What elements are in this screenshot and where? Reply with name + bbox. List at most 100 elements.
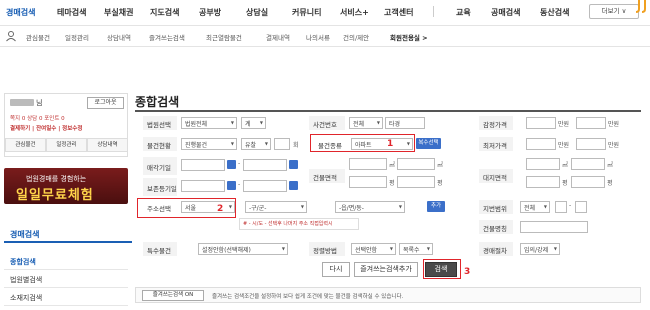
jibun-end-input[interactable]: [575, 201, 587, 213]
sort-order-select[interactable]: 목록수: [399, 243, 433, 255]
pyeong-unit: 평: [437, 180, 443, 187]
jibun-select[interactable]: 전체: [520, 201, 550, 213]
address-add-button[interactable]: 추가: [427, 201, 445, 212]
sub-interest[interactable]: 관심물건: [26, 32, 50, 42]
case-number-label: 사건번호: [309, 116, 345, 130]
fav-search-tip-text: 즐겨쓰는 검색조건을 설정하여 보다 쉽게 조건에 맞는 물건을 검색하실 수 …: [212, 294, 404, 300]
appraisal-min-unit: 만원: [558, 121, 570, 128]
range-dash: -: [238, 181, 241, 188]
sidebar-title: 경매검색: [4, 223, 132, 243]
sub-fav-search[interactable]: 즐겨쓰는검색: [149, 32, 185, 42]
sale-date-start[interactable]: [181, 159, 225, 171]
appraisal-min-input[interactable]: [526, 117, 556, 129]
calendar-icon[interactable]: [289, 160, 298, 169]
building-area-max-m2[interactable]: [397, 158, 435, 170]
nav-divider: [433, 6, 434, 17]
marker-1: 1: [387, 139, 394, 149]
marker-2: 2: [217, 204, 224, 214]
sub-member-room[interactable]: 회원전용실 >: [390, 32, 428, 42]
case-number-input[interactable]: 타경: [385, 117, 425, 129]
user-tab-schedule[interactable]: 일정관리: [46, 138, 87, 152]
reg-date-end[interactable]: [243, 180, 287, 192]
user-tab-consult[interactable]: 상담내역: [87, 138, 128, 152]
nav-public-sale[interactable]: 공매검색: [491, 7, 520, 18]
nav-education[interactable]: 교육: [456, 7, 471, 18]
page-title: 종합검색: [135, 95, 180, 109]
nav-community[interactable]: 커뮤니티: [292, 7, 321, 18]
sort-select[interactable]: 선택안함: [351, 243, 396, 255]
m2-unit: ㎡: [389, 162, 396, 169]
free-trial-banner[interactable]: 법원경매를 경험하는 일일무료체험: [4, 168, 128, 204]
calendar-icon[interactable]: [227, 160, 236, 169]
marker-3: 3: [464, 267, 471, 277]
fail-count-unit: 회: [293, 142, 299, 149]
sub-payments[interactable]: 결제내역: [266, 32, 290, 42]
calendar-icon[interactable]: [289, 181, 298, 190]
fail-count-input[interactable]: [274, 138, 290, 150]
nav-bad-debt[interactable]: 부실채권: [104, 7, 133, 18]
appraisal-max-unit: 만원: [608, 121, 620, 128]
nav-auction-search[interactable]: 경매검색: [6, 7, 35, 18]
m2-unit: ㎡: [607, 162, 614, 169]
user-tab-interest[interactable]: 관심물건: [5, 138, 46, 152]
reg-date-start[interactable]: [181, 180, 225, 192]
land-area-label: 대지면적: [479, 169, 513, 183]
m2-unit: ㎡: [437, 162, 444, 169]
status-select[interactable]: 진행물건: [181, 138, 237, 150]
land-area-max-m2[interactable]: [571, 158, 605, 170]
special-label: 특수물건: [143, 242, 177, 256]
fav-search-add-button[interactable]: 즐겨쓰는검색추가: [354, 262, 418, 277]
special-select[interactable]: 설정안함(선택해제): [198, 243, 288, 255]
nav-consult[interactable]: 상담실: [246, 7, 268, 18]
sub-recent-items[interactable]: 최근열람물건: [206, 32, 242, 42]
fail-count-select[interactable]: 유찰: [241, 138, 271, 150]
address-gu-select[interactable]: -구/군-: [245, 201, 307, 213]
nav-services[interactable]: 서비스+: [340, 7, 369, 18]
more-button[interactable]: 더보기 ∨: [589, 4, 639, 19]
sub-suggestion[interactable]: 건의/제안: [343, 32, 369, 42]
appraisal-max-input[interactable]: [576, 117, 606, 129]
user-pay-links[interactable]: 결제하기 | 잔여일수 | 정보수정: [10, 124, 82, 132]
building-area-max-py[interactable]: [397, 176, 435, 188]
jibun-start-input[interactable]: [555, 201, 567, 213]
proc-select[interactable]: 임의/강제: [520, 243, 560, 255]
sidebar-item-court-search[interactable]: 법원별검색: [4, 270, 128, 288]
sub-nav: 관심물건 일정관리 상담내역 즐겨쓰는검색 최근열람물건 결제내역 나의서류 건…: [0, 25, 650, 47]
multi-select-button[interactable]: 복수선택: [416, 138, 441, 149]
sub-consult-history[interactable]: 상담내역: [107, 32, 131, 42]
building-area-label: 건물면적: [309, 169, 345, 183]
calendar-icon[interactable]: [227, 181, 236, 190]
building-area-min-m2[interactable]: [349, 158, 387, 170]
land-area-max-py[interactable]: [571, 176, 605, 188]
nav-map-search[interactable]: 지도검색: [150, 7, 179, 18]
m2-unit: ㎡: [562, 162, 569, 169]
main-nav: 경매검색 테마검색 부실채권 지도검색 공부방 상담실 커뮤니티 서비스+ 고객…: [0, 0, 650, 24]
fav-search-tip: 즐겨쓰는검색 ON 즐겨쓰는 검색조건을 설정하여 보다 쉽게 조건에 맞는 물…: [135, 287, 641, 303]
nav-customer-center[interactable]: 고객센터: [384, 7, 413, 18]
court-gye-select[interactable]: 계: [241, 117, 266, 129]
land-area-min-py[interactable]: [526, 176, 560, 188]
fav-search-toggle-button[interactable]: 즐겨쓰는검색 ON: [142, 290, 204, 301]
min-price-max-input[interactable]: [576, 138, 606, 150]
address-hint-input[interactable]: # - 시/도 - 선택후 나머지 주소 직접입력시: [239, 218, 359, 230]
pyeong-unit: 평: [607, 180, 613, 187]
nav-movable-search[interactable]: 동산검색: [540, 7, 569, 18]
sub-my-docs[interactable]: 나의서류: [306, 32, 330, 42]
building-name-input[interactable]: [520, 221, 588, 233]
sidebar-item-location-search[interactable]: 소재지검색: [4, 288, 128, 306]
nav-study-room[interactable]: 공부방: [199, 7, 221, 18]
court-select[interactable]: 법원전체: [181, 117, 237, 129]
sub-schedule[interactable]: 일정관리: [65, 32, 89, 42]
reg-date-label: 보존등기일: [143, 178, 177, 196]
case-year-select[interactable]: 전체: [349, 117, 383, 129]
nav-theme-search[interactable]: 테마검색: [57, 7, 86, 18]
reset-button[interactable]: 다시: [322, 262, 350, 277]
sale-date-end[interactable]: [243, 159, 287, 171]
sidebar-item-total-search[interactable]: 종합검색: [4, 252, 128, 270]
min-price-min-input[interactable]: [526, 138, 556, 150]
user-points: 쪽지 0 상담 0 포인트 0: [10, 116, 65, 122]
building-area-min-py[interactable]: [349, 176, 387, 188]
land-area-min-m2[interactable]: [526, 158, 560, 170]
logout-button[interactable]: 로그아웃: [87, 97, 124, 109]
address-dong-select[interactable]: -읍/면/동-: [335, 201, 405, 213]
